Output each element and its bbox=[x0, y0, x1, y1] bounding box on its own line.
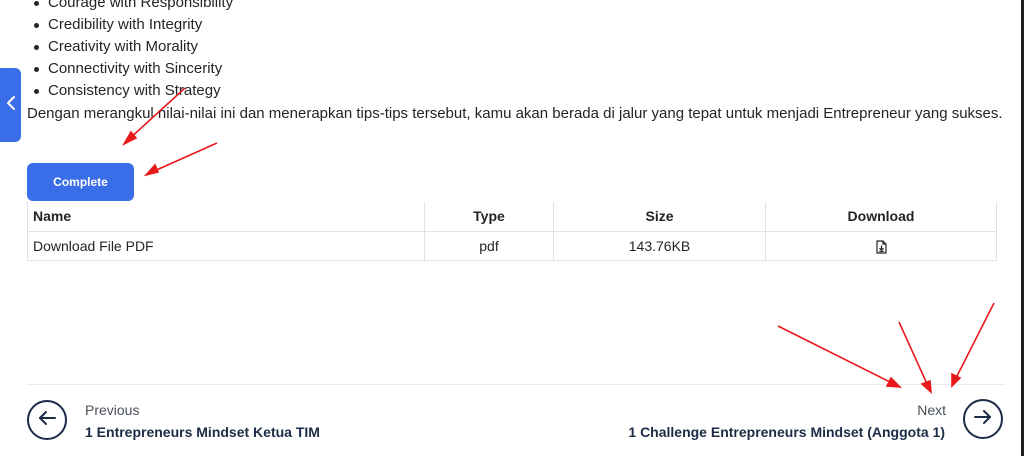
chevron-left-icon bbox=[6, 95, 16, 116]
red-arrow-icon bbox=[143, 142, 218, 177]
column-header-size: Size bbox=[553, 202, 766, 232]
red-arrow-icon bbox=[898, 321, 932, 394]
file-download-cell bbox=[765, 230, 997, 261]
file-type-cell: pdf bbox=[424, 230, 554, 261]
previous-label: Previous bbox=[85, 402, 140, 418]
file-size-cell: 143.76KB bbox=[553, 230, 766, 261]
list-item: Consistency with Strategy bbox=[33, 80, 233, 102]
table-header-row: Name Type Size Download bbox=[27, 202, 997, 232]
closing-paragraph: Dengan merangkul nilai-nilai ini dan men… bbox=[27, 105, 1003, 122]
file-download-icon[interactable] bbox=[875, 240, 887, 254]
column-header-type: Type bbox=[424, 202, 554, 232]
red-arrow-icon bbox=[777, 325, 903, 388]
nav-divider bbox=[27, 384, 1005, 385]
table-row: Download File PDF pdf 143.76KB bbox=[27, 230, 997, 261]
previous-button[interactable] bbox=[27, 400, 67, 440]
list-item: Courage with Responsibility bbox=[33, 0, 233, 14]
column-header-download: Download bbox=[765, 202, 997, 232]
complete-button[interactable]: Complete bbox=[27, 163, 134, 201]
previous-lesson-link[interactable]: 1 Entrepreneurs Mindset Ketua TIM bbox=[85, 424, 320, 440]
column-header-name: Name bbox=[27, 202, 425, 232]
arrow-right-icon bbox=[973, 409, 993, 430]
list-item: Creativity with Morality bbox=[33, 36, 233, 58]
list-item: Connectivity with Sincerity bbox=[33, 58, 233, 80]
next-button[interactable] bbox=[963, 399, 1003, 439]
values-list: Courage with Responsibility Credibility … bbox=[33, 0, 233, 102]
next-lesson-link[interactable]: 1 Challenge Entrepreneurs Mindset (Anggo… bbox=[628, 424, 945, 440]
next-label: Next bbox=[917, 402, 946, 418]
red-arrow-icon bbox=[951, 302, 995, 388]
files-table: Name Type Size Download Download File PD… bbox=[27, 202, 997, 261]
arrow-left-icon bbox=[37, 410, 57, 431]
sidebar-toggle-button[interactable] bbox=[0, 68, 21, 142]
file-name-cell: Download File PDF bbox=[27, 230, 425, 261]
list-item: Credibility with Integrity bbox=[33, 14, 233, 36]
